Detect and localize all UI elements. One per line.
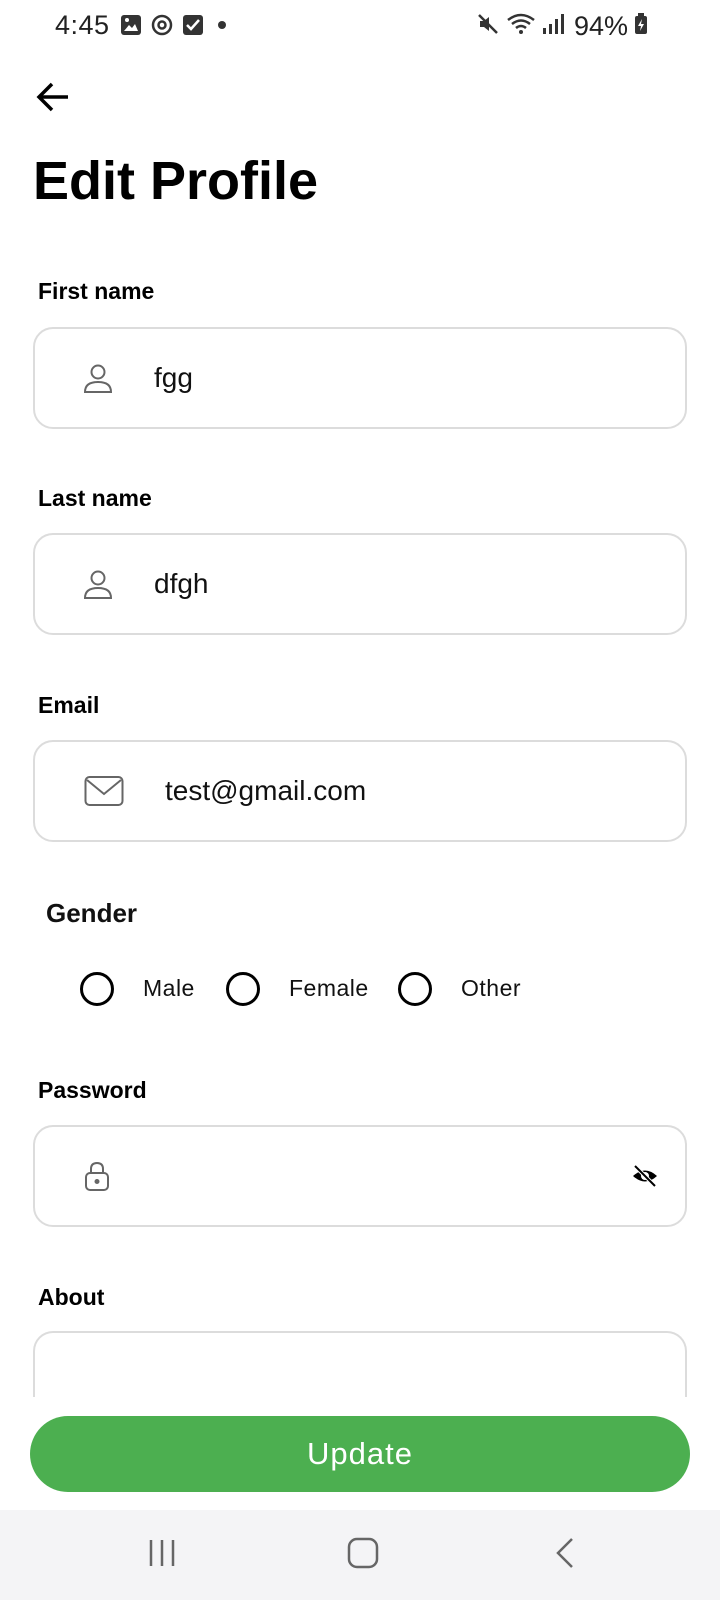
radio-female-label[interactable]: Female xyxy=(289,975,369,1002)
eye-off-icon[interactable] xyxy=(631,1164,659,1188)
sync-icon xyxy=(150,13,174,42)
radio-other[interactable] xyxy=(398,972,432,1006)
radio-male-label[interactable]: Male xyxy=(143,975,195,1002)
status-time: 4:45 xyxy=(55,10,110,40)
first-name-field[interactable]: fgg xyxy=(33,327,687,429)
dot-icon xyxy=(212,15,232,40)
person-icon xyxy=(82,362,114,394)
nav-back-button[interactable] xyxy=(535,1530,595,1580)
password-label: Password xyxy=(38,1077,147,1103)
home-icon xyxy=(347,1537,379,1574)
mute-icon xyxy=(476,12,500,41)
email-label: Email xyxy=(38,692,100,718)
wifi-icon xyxy=(506,12,536,41)
checkbox-icon xyxy=(182,14,204,41)
radio-male[interactable] xyxy=(80,972,114,1006)
radio-other-label[interactable]: Other xyxy=(461,975,521,1002)
status-system-icons: 94% xyxy=(476,11,648,42)
recent-apps-button[interactable] xyxy=(132,1530,192,1580)
about-label: About xyxy=(38,1284,105,1310)
email-field[interactable]: test@gmail.com xyxy=(33,740,687,842)
image-icon xyxy=(120,14,142,41)
home-button[interactable] xyxy=(333,1530,393,1580)
password-field[interactable] xyxy=(33,1125,687,1227)
battery-icon xyxy=(634,13,648,40)
last-name-value: dfgh xyxy=(154,568,209,599)
last-name-label: Last name xyxy=(38,485,152,511)
update-button[interactable]: Update xyxy=(30,1416,690,1492)
gender-label: Gender xyxy=(46,898,138,928)
email-value: test@gmail.com xyxy=(165,775,367,806)
recent-apps-icon xyxy=(147,1538,177,1573)
about-scroll-clip xyxy=(0,1397,720,1417)
radio-female[interactable] xyxy=(226,972,260,1006)
status-notification-icons xyxy=(120,13,232,42)
system-nav-bar xyxy=(0,1510,720,1600)
mail-icon xyxy=(84,775,124,807)
signal-icon xyxy=(542,12,564,41)
first-name-value: fgg xyxy=(154,362,193,393)
lock-icon xyxy=(84,1160,110,1192)
battery-percentage: 94% xyxy=(573,11,628,41)
back-button[interactable] xyxy=(30,76,76,122)
person-icon xyxy=(82,568,114,600)
chevron-left-icon xyxy=(554,1537,576,1574)
last-name-field[interactable]: dfgh xyxy=(33,533,687,635)
page-title: Edit Profile xyxy=(33,151,319,211)
arrow-left-icon xyxy=(36,82,70,117)
first-name-label: First name xyxy=(38,278,155,304)
status-bar: 4:45 94% xyxy=(0,0,720,52)
